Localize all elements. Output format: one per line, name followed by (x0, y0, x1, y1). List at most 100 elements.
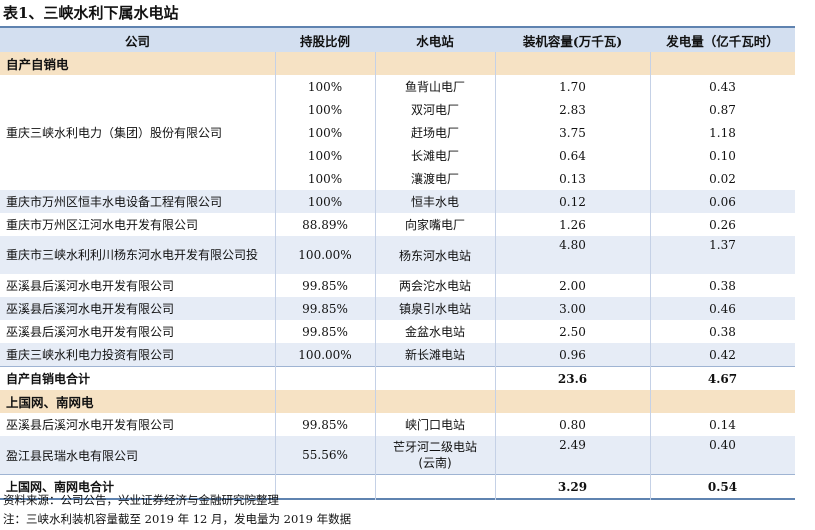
cell-station: 双河电厂 (410, 103, 459, 117)
cell-generation: 0.42 (709, 347, 736, 362)
cell-station: 新长滩电站 (404, 348, 465, 362)
header-generation: 发电量（亿千瓦时） (666, 33, 779, 49)
cell-company: 巫溪县后溪河水电开发有限公司 (6, 279, 175, 293)
cell-ratio: 100.00% (298, 248, 352, 262)
cell-station: 恒丰水电 (410, 195, 459, 209)
cell-capacity: 0.80 (559, 417, 586, 432)
table-header: 公司 持股比例 水电站 装机容量(万千瓦) 发电量（亿千瓦时） (0, 28, 795, 52)
cell-company: 重庆市万州区恒丰水电设备工程有限公司 (6, 195, 223, 209)
table-row: 巫溪县后溪河水电开发有限公司 99.85% 两会沱水电站 2.00 0.38 (0, 274, 795, 297)
table-row: 重庆市三峡水利利川杨东河水电开发有限公司投 100.00% 杨东河水电站 4.8… (0, 236, 795, 274)
cell-company: 巫溪县后溪河水电开发有限公司 (6, 418, 175, 432)
cell-station: 瀼渡电厂 (410, 172, 459, 186)
table-row: 100% 赶场电厂 3.75 1.18 (275, 121, 795, 144)
cell-ratio (275, 367, 375, 390)
section-grid: 上国网、南网电 (0, 390, 795, 413)
table-row: 100% 双河电厂 2.83 0.87 (275, 98, 795, 121)
cell-ratio: 55.56% (302, 448, 348, 462)
table-row: 重庆市万州区恒丰水电设备工程有限公司 100% 恒丰水电 0.12 0.06 (0, 190, 795, 213)
cell-ratio (275, 475, 375, 498)
cell-generation: 1.18 (709, 125, 736, 140)
table-row: 巫溪县后溪河水电开发有限公司 99.85% 镇泉引水电站 3.00 0.46 (0, 297, 795, 320)
header-capacity: 装机容量(万千瓦) (522, 33, 623, 49)
cell-capacity: 4.80 (559, 238, 586, 252)
cell-capacity: 1.70 (559, 79, 586, 94)
section-label: 上国网、南网电 (6, 395, 94, 410)
table-cell-company: 重庆三峡水利电力（集团）股份有限公司 (0, 75, 275, 190)
cell-generation: 0.87 (709, 102, 736, 117)
table-row: 100% 长滩电厂 0.64 0.10 (275, 144, 795, 167)
header-company: 公司 (124, 33, 150, 49)
total-row-self-sold: 自产自销电合计 23.6 4.67 (0, 366, 795, 390)
cell-capacity: 1.26 (559, 217, 586, 232)
header-ratio: 持股比例 (299, 33, 350, 49)
cell-generation: 0.10 (709, 148, 736, 163)
source-note: 资料来源：公司公告，兴业证券经济与金融研究院整理 (3, 493, 279, 507)
hydropower-table: 公司 持股比例 水电站 装机容量(万千瓦) 发电量（亿千瓦时） 自产自销电 重庆… (0, 26, 795, 500)
cell-station: 峡门口电站 (404, 418, 465, 432)
cell-ratio: 99.85% (302, 417, 348, 432)
column-divider (495, 52, 496, 500)
cell-station (375, 475, 495, 498)
table-row: 盈江县民瑞水电有限公司 55.56% 芒牙河二级电站(云南) 2.49 0.40 (0, 436, 795, 474)
cell-capacity: 2.83 (559, 102, 586, 117)
total-capacity: 3.29 (557, 479, 588, 494)
cell-station: 杨东河水电站 (398, 248, 471, 263)
cell-ratio: 100% (307, 102, 343, 117)
table-row: 100% 鱼背山电厂 1.70 0.43 (275, 75, 795, 98)
table-row: 巫溪县后溪河水电开发有限公司 99.85% 金盆水电站 2.50 0.38 (0, 320, 795, 343)
column-divider (650, 52, 651, 500)
total-label: 自产自销电合计 (6, 372, 91, 386)
cell-generation: 0.26 (709, 217, 736, 232)
cell-generation: 1.37 (709, 238, 736, 252)
cell-capacity: 0.13 (559, 171, 586, 186)
section-self-sold: 自产自销电 (0, 52, 795, 75)
cell-ratio: 100% (307, 148, 343, 163)
cell-capacity: 0.64 (559, 148, 586, 163)
table-row: 重庆三峡水利电力投资有限公司 100.00% 新长滩电站 0.96 0.42 (0, 343, 795, 366)
cell-ratio: 100% (307, 194, 343, 209)
cell-station: 赶场电厂 (410, 126, 459, 140)
table-row: 巫溪县后溪河水电开发有限公司 99.85% 峡门口电站 0.80 0.14 (0, 413, 795, 436)
section-label: 自产自销电 (6, 57, 69, 72)
cell-company: 重庆三峡水利电力投资有限公司 (6, 348, 175, 362)
table-row: 重庆市万州区江河水电开发有限公司 88.89% 向家嘴电厂 1.26 0.26 (0, 213, 795, 236)
cell-capacity: 2.50 (559, 324, 586, 339)
cell-ratio: 99.85% (302, 324, 348, 339)
cell-company: 盈江县民瑞水电有限公司 (6, 448, 139, 463)
table-row: 100% 瀼渡电厂 0.13 0.02 (275, 167, 795, 190)
cell-station: 两会沱水电站 (398, 279, 471, 293)
cell-generation: 0.38 (709, 278, 736, 293)
footnote: 注：三峡水利装机容量截至 2019 年 12 月，发电量为 2019 年数据 (3, 512, 352, 526)
table-title: 表1、三峡水利下属水电站 (3, 4, 179, 22)
cell-ratio: 100.00% (298, 347, 352, 362)
total-generation: 4.67 (707, 371, 738, 386)
cell-company: 重庆市万州区江河水电开发有限公司 (6, 218, 199, 232)
header-station: 水电站 (416, 33, 454, 49)
cell-capacity: 0.12 (559, 194, 586, 209)
cell-company: 重庆市三峡水利利川杨东河水电开发有限公司投 (6, 248, 259, 262)
cell-station: 鱼背山电厂 (404, 80, 465, 94)
column-divider (375, 52, 376, 500)
cell-capacity: 3.00 (559, 301, 586, 316)
total-generation: 0.54 (707, 479, 738, 494)
column-divider (275, 52, 276, 500)
cell-ratio: 100% (307, 79, 343, 94)
cell-ratio: 100% (307, 125, 343, 140)
cell-generation: 0.06 (709, 194, 736, 209)
cell-station: 长滩电厂 (410, 149, 459, 163)
cell-station: 镇泉引水电站 (398, 302, 471, 316)
cell-station: 金盆水电站 (404, 325, 465, 339)
cell-generation: 0.14 (709, 417, 736, 432)
cell-ratio: 99.85% (302, 301, 348, 316)
cell-capacity: 2.49 (559, 438, 586, 452)
cell-capacity: 0.96 (559, 347, 586, 362)
cell-ratio: 100% (307, 171, 343, 186)
cell-ratio: 99.85% (302, 278, 348, 293)
cell-station: 芒牙河二级电站(云南) (392, 440, 477, 470)
cell-capacity: 3.75 (559, 125, 586, 140)
total-capacity: 23.6 (557, 371, 588, 386)
cell-generation: 0.46 (709, 301, 736, 316)
cell-station: 向家嘴电厂 (404, 218, 465, 232)
cell-company: 巫溪县后溪河水电开发有限公司 (6, 302, 175, 316)
